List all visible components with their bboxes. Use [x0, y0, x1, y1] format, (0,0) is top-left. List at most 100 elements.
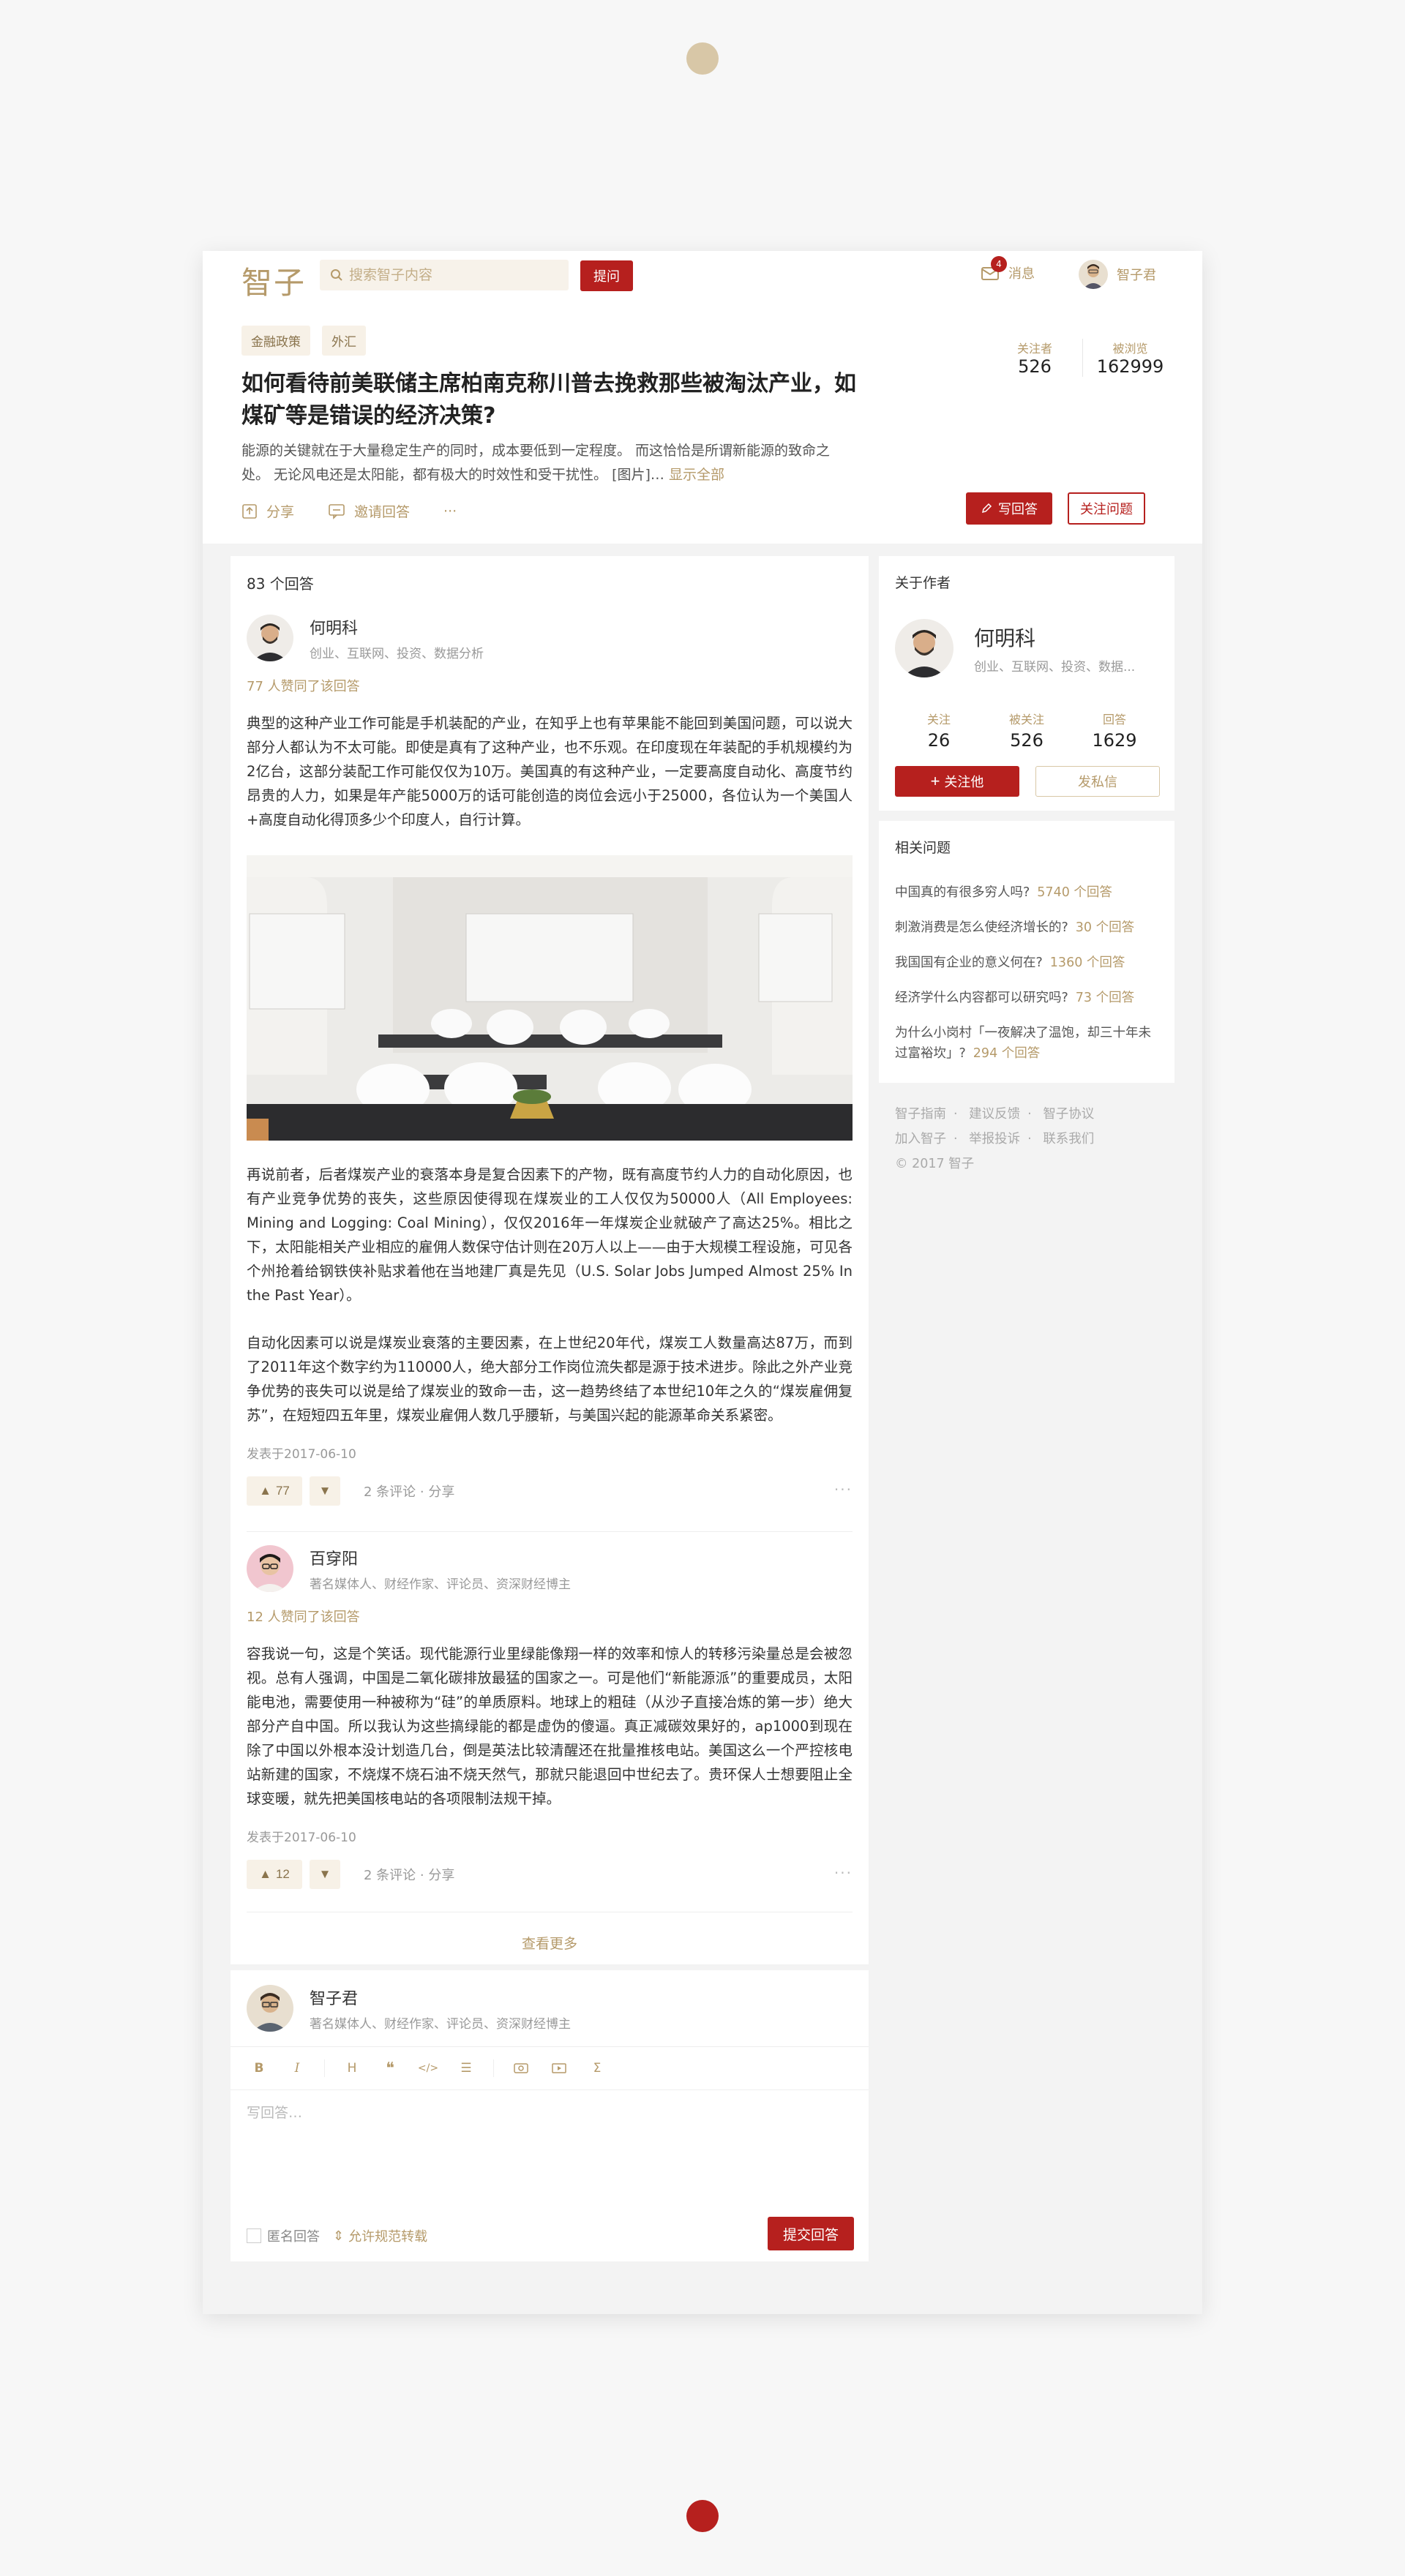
ask-button[interactable]: 提问 [580, 260, 633, 291]
answers-stat[interactable]: 回答 1629 [1071, 710, 1158, 751]
username: 智子君 [1117, 268, 1156, 283]
stat-label: 回答 [1102, 713, 1126, 726]
footer-link[interactable]: 举报投诉 [969, 1132, 1020, 1146]
related-question[interactable]: 经济学什么内容都可以研究吗? 73 个回答 [895, 988, 1163, 1008]
footer-link[interactable]: 建议反馈 [969, 1107, 1020, 1122]
user-menu[interactable]: 智子君 [1079, 260, 1156, 289]
footer-link[interactable]: 加入智子 [895, 1132, 946, 1146]
image-icon[interactable] [510, 2057, 532, 2079]
footer-link[interactable]: 联系我们 [1043, 1132, 1094, 1146]
more-icon[interactable]: ··· [834, 1481, 853, 1498]
vote-count: 77 [275, 1484, 290, 1498]
avatar [247, 1985, 293, 2032]
question-description-text: 能源的关键就在于大量稳定生产的同时，成本要低到一定程度。 而这恰恰是所谓新能源的… [241, 443, 831, 483]
search-input[interactable] [349, 267, 561, 283]
comments-link[interactable]: 2 条评论 · 分享 [364, 1865, 454, 1884]
question-tags: 金融政策 外汇 [241, 326, 366, 356]
share-label: 分享 [266, 504, 295, 520]
italic-icon[interactable]: I [286, 2057, 308, 2079]
downvote-button[interactable]: ▼ [310, 1476, 340, 1506]
anonymous-checkbox[interactable] [247, 2228, 261, 2243]
upvote-button[interactable]: ▲ 12 [247, 1860, 302, 1889]
avatar[interactable] [247, 1545, 293, 1592]
plus-icon: + [930, 772, 940, 790]
follow-author-button[interactable]: + 关注他 [895, 766, 1019, 797]
tag[interactable]: 外汇 [322, 326, 366, 356]
share-button[interactable]: 分享 [241, 501, 294, 521]
tag[interactable]: 金融政策 [241, 326, 310, 356]
send-message-button[interactable]: 发私信 [1035, 766, 1160, 797]
question-description: 能源的关键就在于大量稳定生产的同时，成本要低到一定程度。 而这恰恰是所谓新能源的… [241, 439, 849, 487]
related-title: 相关问题 [895, 840, 951, 856]
more-icon[interactable]: ··· [834, 1864, 853, 1882]
list-icon[interactable]: ☰ [455, 2057, 477, 2079]
answer-count: 83 个回答 [247, 575, 314, 593]
author-name[interactable]: 何明科 [310, 615, 484, 639]
app-window: 智子 提问 4 消息 智子君 金融政策 外汇 如何看待前美联储主席柏南克称川普去… [203, 251, 1202, 2314]
downvote-button[interactable]: ▼ [310, 1860, 340, 1889]
submit-answer-button[interactable]: 提交回答 [768, 2217, 854, 2250]
answer-paragraph: 容我说一句，这是个笑话。现代能源行业里绿能像翔一样的效率和惊人的转移污染量总是会… [247, 1645, 853, 1807]
logo[interactable]: 智子 [241, 258, 306, 303]
heading-icon[interactable]: H [341, 2057, 363, 2079]
sidebar: 关于作者 何明科 创业、互联网、投资、数据... 关注 26 被关注 526 回… [879, 556, 1174, 1176]
answer-author: 何明科 创业、互联网、投资、数据分析 [247, 615, 853, 661]
toolbar-separator [324, 2059, 325, 2077]
footer-link[interactable]: 智子协议 [1043, 1107, 1094, 1122]
formula-icon[interactable]: Σ [586, 2057, 608, 2079]
about-author-panel: 关于作者 何明科 创业、互联网、投资、数据... 关注 26 被关注 526 回… [879, 556, 1174, 811]
following-stat[interactable]: 关注 26 [895, 710, 983, 751]
code-icon[interactable]: </> [417, 2057, 439, 2079]
related-question[interactable]: 为什么小岗村「一夜解决了温饱，却三十年未过富裕坎」? 294 个回答 [895, 1023, 1163, 1064]
author-name[interactable]: 何明科 [974, 623, 1135, 652]
upvote-button[interactable]: ▲ 77 [247, 1476, 302, 1506]
question-stats: 关注者 526 被浏览 162999 [987, 339, 1177, 377]
answer-footer: ▲ 77 ▼ 2 条评论 · 分享 ··· [247, 1476, 853, 1506]
bold-icon[interactable]: B [248, 2057, 270, 2079]
anonymous-label[interactable]: 匿名回答 [267, 2226, 320, 2245]
triangle-up-icon: ▲ [259, 1484, 271, 1498]
triangle-down-icon: ▼ [318, 1867, 331, 1881]
load-more-button[interactable]: 查看更多 [231, 1933, 869, 1953]
views-stat: 被浏览 162999 [1082, 339, 1177, 377]
avatar [1079, 260, 1108, 289]
stat-value: 526 [1018, 356, 1052, 377]
answer-textarea[interactable] [247, 2102, 853, 2190]
related-question[interactable]: 刺激消费是怎么使经济增长的? 30 个回答 [895, 917, 1163, 938]
show-all-link[interactable]: 显示全部 [669, 467, 724, 483]
followers-stat[interactable]: 被关注 526 [983, 710, 1071, 751]
related-question[interactable]: 中国真的有很多穷人吗? 5740 个回答 [895, 882, 1163, 903]
answer-item: 何明科 创业、互联网、投资、数据分析 77 人赞同了该回答 典型的这种产业工作可… [247, 615, 853, 1506]
quote-icon[interactable]: ❝ [379, 2057, 401, 2079]
messages-label: 消息 [1008, 266, 1035, 282]
related-question[interactable]: 我国国有企业的意义何在? 1360 个回答 [895, 953, 1163, 973]
more-icon[interactable]: ··· [443, 503, 457, 519]
avatar[interactable] [895, 619, 953, 677]
vote-count: 12 [275, 1867, 290, 1881]
stat-value: 1629 [1092, 730, 1137, 751]
likes-count: 77 人赞同了该回答 [247, 679, 360, 694]
author-bio: 著名媒体人、财经作家、评论员、资深财经博主 [310, 1577, 571, 1592]
messages-link[interactable]: 4 消息 [981, 256, 1035, 282]
author-bio: 创业、互联网、投资、数据分析 [310, 646, 484, 661]
question-title: 如何看待前美联储主席柏南克称川普去挽救那些被淘汰产业，如煤矿等是错误的经济决策? [241, 371, 856, 429]
related-question-text: 我国国有企业的意义何在? [895, 955, 1043, 970]
search-box[interactable] [320, 260, 569, 290]
related-answer-count: 30 个回答 [1075, 920, 1135, 935]
question-header: 智子 提问 4 消息 智子君 金融政策 外汇 如何看待前美联储主席柏南克称川普去… [203, 251, 1202, 544]
message-badge: 4 [991, 256, 1007, 272]
footer-link[interactable]: 智子指南 [895, 1107, 946, 1122]
video-icon[interactable] [548, 2057, 570, 2079]
invite-label: 邀请回答 [354, 504, 411, 520]
author-name[interactable]: 百穿阳 [310, 1546, 571, 1569]
follow-question-button[interactable]: 关注问题 [1068, 492, 1145, 525]
invite-button[interactable]: 邀请回答 [328, 501, 410, 521]
answer-author: 百穿阳 著名媒体人、财经作家、评论员、资深财经博主 [247, 1545, 853, 1592]
stat-value: 26 [927, 730, 951, 751]
avatar[interactable] [247, 615, 293, 661]
comments-link[interactable]: 2 条评论 · 分享 [364, 1482, 454, 1501]
answers-panel: 83 个回答 何明科 创业、互联网、投资、数据分析 77 人赞同了该回答 典型的… [231, 556, 869, 1964]
write-answer-button[interactable]: 写回答 [966, 492, 1052, 525]
answer-paragraph: 自动化因素可以说是煤炭业衰落的主要因素，在上世纪20年代，煤炭工人数量高达87万… [247, 1334, 853, 1424]
repost-label[interactable]: 允许规范转载 [348, 2226, 427, 2245]
